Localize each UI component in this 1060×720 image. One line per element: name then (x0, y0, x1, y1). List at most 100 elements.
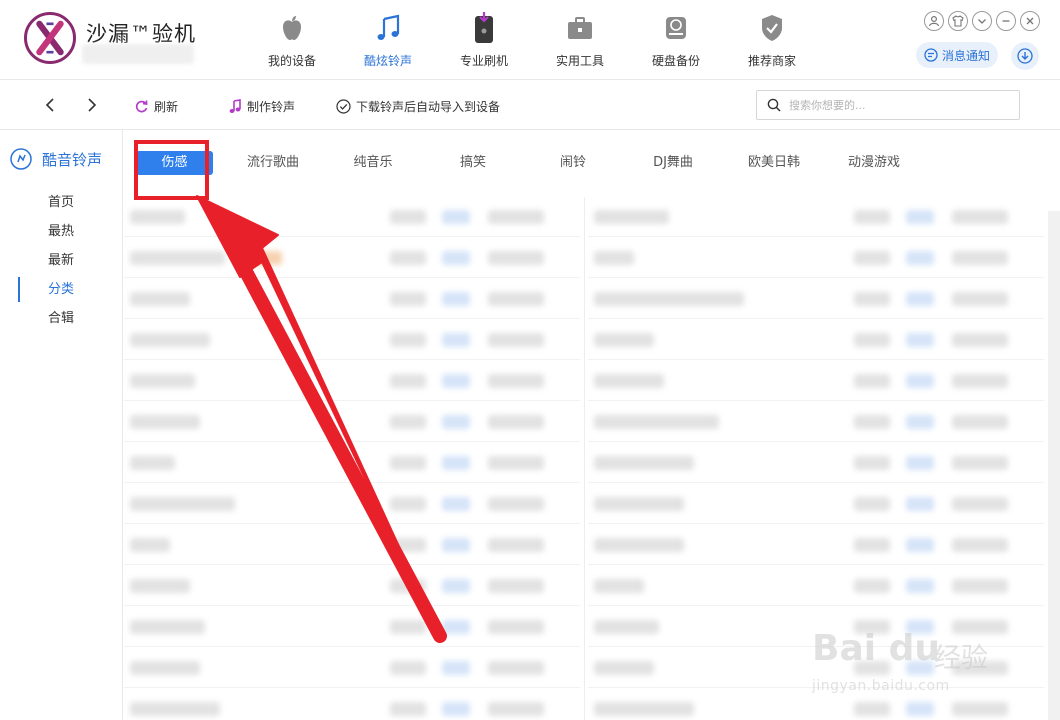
list-item[interactable] (124, 197, 580, 237)
blurred-text (488, 251, 544, 265)
blurred-text (442, 702, 470, 716)
nav-flash[interactable]: 专业刷机 (436, 0, 532, 80)
nav-label: 我的设备 (267, 54, 316, 68)
blurred-text (952, 579, 1008, 593)
refresh-button[interactable]: 刷新 (134, 96, 178, 116)
tab-anime-games[interactable]: 动漫游戏 (836, 151, 912, 175)
sidebar-item-newest[interactable]: 最新 (0, 246, 123, 275)
download-button[interactable] (1011, 42, 1039, 70)
blurred-text (390, 210, 426, 224)
blurred-text (906, 415, 934, 429)
list-item[interactable] (588, 361, 1044, 401)
blurred-text (442, 497, 470, 511)
list-item[interactable] (588, 197, 1044, 237)
blurred-text (390, 497, 426, 511)
blurred-text (442, 292, 470, 306)
list-item[interactable] (124, 402, 580, 442)
tab-pop[interactable]: 流行歌曲 (234, 151, 312, 175)
blurred-text (130, 292, 190, 306)
tab-dj[interactable]: DJ舞曲 (638, 151, 708, 175)
nav-backup[interactable]: 硬盘备份 (628, 0, 724, 80)
list-item[interactable] (124, 648, 580, 688)
list-item[interactable] (124, 238, 580, 278)
sidebar-item-category[interactable]: 分类 (0, 275, 123, 304)
skin-shirt-icon[interactable] (948, 11, 968, 31)
blurred-text (854, 374, 890, 388)
tab-western-asian[interactable]: 欧美日韩 (736, 151, 812, 175)
app-logo (24, 12, 76, 64)
list-item[interactable] (588, 607, 1044, 647)
list-item[interactable] (588, 238, 1044, 278)
blurred-text (594, 702, 694, 716)
close-icon[interactable] (1020, 11, 1040, 31)
blurred-text (390, 702, 426, 716)
blurred-text (488, 702, 544, 716)
blurred-text (906, 456, 934, 470)
ringtone-disc-icon (10, 148, 32, 170)
apple-icon (277, 12, 307, 44)
blurred-text (130, 210, 185, 224)
list-item[interactable] (588, 566, 1044, 606)
sidebar-list: 首页 最热 最新 分类 合辑 (0, 188, 123, 333)
list-item[interactable] (588, 648, 1044, 688)
list-item[interactable] (588, 320, 1044, 360)
category-tabs: 伤感 流行歌曲 纯音乐 搞笑 闹铃 DJ舞曲 欧美日韩 动漫游戏 (124, 131, 1060, 197)
forward-button[interactable] (82, 94, 102, 116)
list-item[interactable] (124, 607, 580, 647)
window-controls (924, 11, 1040, 31)
scrollbar[interactable] (1048, 211, 1060, 720)
blurred-text (906, 538, 934, 552)
nav-label: 硬盘备份 (651, 54, 700, 68)
tab-alarm[interactable]: 闹铃 (542, 151, 604, 175)
blurred-text (130, 579, 190, 593)
main-content: 伤感 流行歌曲 纯音乐 搞笑 闹铃 DJ舞曲 欧美日韩 动漫游戏 (124, 131, 1060, 720)
list-item[interactable] (588, 279, 1044, 319)
list-item[interactable] (124, 279, 580, 319)
nav-my-device[interactable]: 我的设备 (244, 0, 340, 80)
toolbar: 刷新 制作铃声 下载铃声后自动导入到设备 (0, 80, 1060, 130)
make-ringtone-button[interactable]: 制作铃声 (228, 96, 295, 116)
tab-sad[interactable]: 伤感 (136, 151, 213, 175)
list-item[interactable] (124, 320, 580, 360)
list-item[interactable] (588, 443, 1044, 483)
blurred-text (442, 374, 470, 388)
blurred-text (952, 251, 1008, 265)
blurred-text (854, 702, 890, 716)
nav-ringtones[interactable]: 酷炫铃声 (340, 0, 436, 80)
list-item[interactable] (588, 484, 1044, 524)
blurred-text (854, 210, 890, 224)
blurred-text (130, 702, 220, 716)
minimize-icon[interactable] (996, 11, 1016, 31)
blurred-text (854, 415, 890, 429)
auto-import-toggle[interactable]: 下载铃声后自动导入到设备 (336, 96, 500, 116)
sidebar-item-collection[interactable]: 合辑 (0, 304, 123, 333)
tab-instrumental[interactable]: 纯音乐 (336, 151, 410, 175)
list-item[interactable] (124, 566, 580, 606)
sidebar-item-hottest[interactable]: 最热 (0, 217, 123, 246)
list-item[interactable] (588, 525, 1044, 565)
search-icon (767, 98, 781, 112)
list-item[interactable] (588, 402, 1044, 442)
list-item[interactable] (588, 689, 1044, 720)
blurred-text (906, 620, 934, 634)
list-item[interactable] (124, 361, 580, 401)
blurred-text (252, 251, 282, 265)
list-item[interactable] (124, 689, 580, 720)
search-input[interactable] (789, 98, 1009, 112)
nav-merchants[interactable]: 推荐商家 (724, 0, 820, 80)
list-item[interactable] (124, 525, 580, 565)
back-button[interactable] (40, 94, 60, 116)
list-item[interactable] (124, 484, 580, 524)
nav-tools[interactable]: 实用工具 (532, 0, 628, 80)
chevron-down-icon[interactable] (972, 11, 992, 31)
user-icon[interactable] (924, 11, 944, 31)
sidebar-item-home[interactable]: 首页 (0, 188, 123, 217)
blurred-text (906, 661, 934, 675)
blurred-text (488, 333, 544, 347)
blurred-text (488, 661, 544, 675)
notification-button[interactable]: 消息通知 (916, 42, 998, 68)
list-item[interactable] (124, 443, 580, 483)
download-icon (1017, 48, 1033, 64)
blurred-text (952, 661, 1008, 675)
tab-funny[interactable]: 搞笑 (442, 151, 504, 175)
